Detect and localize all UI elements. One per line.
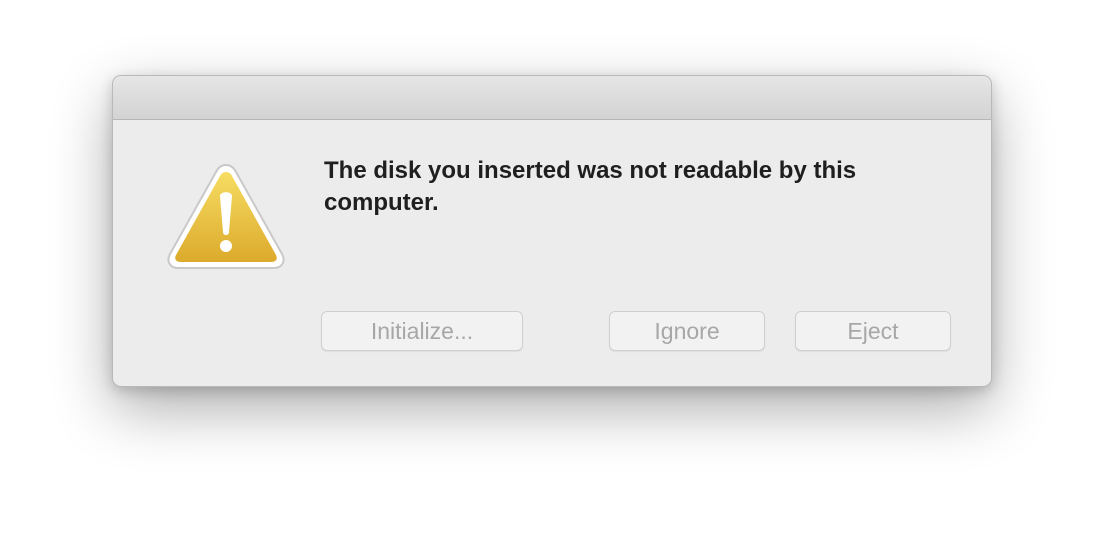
alert-message: The disk you inserted was not readable b… — [324, 157, 857, 216]
alert-dialog: The disk you inserted was not readable b… — [112, 75, 992, 387]
warning-icon — [167, 163, 285, 269]
initialize-button[interactable]: Initialize... — [321, 311, 523, 351]
ignore-button[interactable]: Ignore — [609, 311, 765, 351]
dialog-titlebar[interactable] — [113, 76, 991, 120]
eject-button[interactable]: Eject — [795, 311, 951, 351]
